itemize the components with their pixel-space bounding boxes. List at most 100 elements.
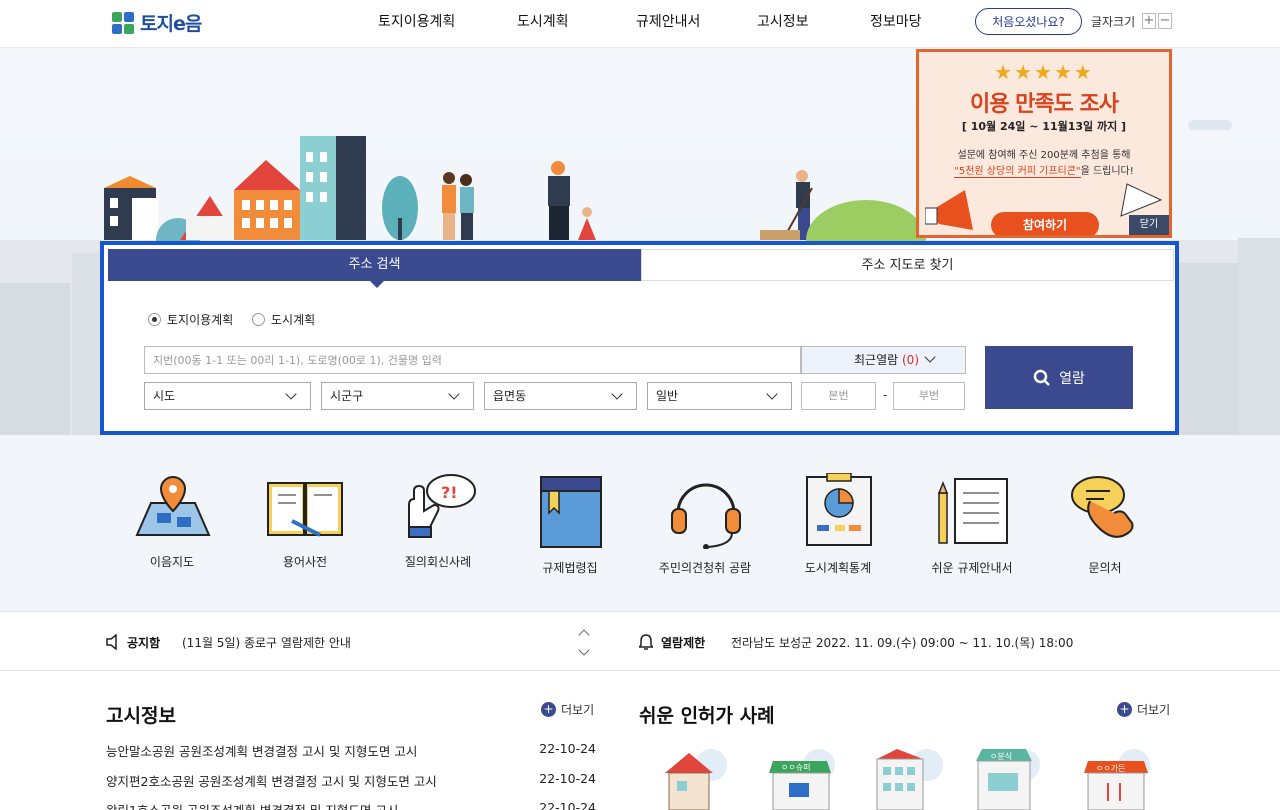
quick-item-public-hearing[interactable]: 주민의견청취 공람 xyxy=(645,473,765,576)
chevron-down-icon xyxy=(924,351,936,363)
nav-item-land-use[interactable]: 토지이용계획 xyxy=(378,11,455,31)
survey-banner[interactable]: ★★★★★ 이용 만족도 조사 [ 10월 24일 ~ 11월13일 까지 ] … xyxy=(916,49,1172,238)
tab-address-search[interactable]: 주소 검색 xyxy=(108,249,641,288)
supermarket-sign: ㅇㅇ슈퍼 xyxy=(781,763,810,772)
font-decrease-button[interactable]: − xyxy=(1158,13,1172,29)
radio-land-use[interactable]: 토지이용계획 xyxy=(148,311,233,328)
gosi-item-date: 22-10-24 xyxy=(539,741,596,756)
sido-select[interactable]: 시도 xyxy=(144,382,311,410)
gosi-item-title[interactable]: 능안말소공원 공원조성계획 변경결정 고시 및 지형도면 고시 xyxy=(106,741,417,760)
recent-views-dropdown[interactable]: 최근열람 (0) xyxy=(801,346,966,374)
cases-more-link[interactable]: + 더보기 xyxy=(1117,701,1170,718)
font-size-label: 글자크기 xyxy=(1091,15,1136,29)
restaurant-icon: ㅇ분식 xyxy=(976,749,1040,810)
cases-section-title: 쉬운 인허가 사례 xyxy=(639,705,775,727)
radio-dot-checked[interactable] xyxy=(148,313,161,326)
law-book-icon xyxy=(540,476,602,548)
gosi-section-title: 고시정보 xyxy=(106,705,176,727)
quick-item-label: 문의처 xyxy=(1088,561,1122,575)
view-search-button[interactable]: 열람 xyxy=(985,346,1133,409)
nav-item-regulation-guide[interactable]: 규제안내서 xyxy=(636,11,700,31)
banner-desc-reward: "5천원 상당의 커피 기프티콘"을 드립니다! xyxy=(919,162,1169,178)
nav-item-info-hub[interactable]: 정보마당 xyxy=(870,11,922,31)
map-pin-icon xyxy=(135,475,211,536)
gosi-more-link[interactable]: + 더보기 xyxy=(541,701,594,718)
headset-icon xyxy=(671,483,741,549)
font-increase-button[interactable]: + xyxy=(1142,13,1156,29)
quick-item-label: 이음지도 xyxy=(149,555,195,569)
banner-date: [ 10월 24일 ~ 11월13일 까지 ] xyxy=(961,120,1127,133)
gosi-item-date: 22-10-24 xyxy=(539,800,596,810)
case-item-apartment[interactable] xyxy=(873,743,949,810)
chevron-down-icon xyxy=(448,388,460,400)
land-type-select[interactable]: 일반 xyxy=(647,382,792,410)
view-search-label: 열람 xyxy=(1059,370,1085,387)
banner-reward-rest: 을 드립니다! xyxy=(1080,166,1134,177)
main-number-input[interactable]: 본번 xyxy=(801,382,876,410)
document-pencil-icon xyxy=(937,478,1008,544)
megaphone-icon xyxy=(925,190,973,230)
open-book-icon xyxy=(267,482,343,537)
restriction-title: 열람제한 xyxy=(661,636,706,650)
radio-label: 토지이용계획 xyxy=(167,313,234,327)
quick-item-qa-cases[interactable]: ?! 질의회신사례 xyxy=(378,473,498,570)
house-icon xyxy=(665,749,727,810)
gosi-item-title[interactable]: 왕림1호소공원 공원조성계획 변경결정 및 지형도면 고시 xyxy=(106,800,398,810)
tab-address-map[interactable]: 주소 지도로 찾기 xyxy=(641,249,1174,281)
snack-bar-sign: ㅇ분식 xyxy=(990,752,1012,761)
svg-text:?!: ?! xyxy=(441,483,458,502)
gosi-list-item[interactable]: 양지편2호소공원 공원조성계획 변경결정 고시 및 지형도면 고시 22-10-… xyxy=(106,771,596,793)
notice-link[interactable]: (11월 5일) 종로구 열람제한 안내 xyxy=(182,634,351,651)
radio-label: 도시계획 xyxy=(271,313,316,327)
gosi-item-date: 22-10-24 xyxy=(539,771,596,786)
address-search-input[interactable] xyxy=(144,346,801,374)
site-logo[interactable]: 토지e음 xyxy=(112,9,202,36)
sub-number-input[interactable]: 부번 xyxy=(893,382,965,410)
quick-item-glossary[interactable]: 용어사전 xyxy=(245,473,365,570)
nav-item-notice-info[interactable]: 고시정보 xyxy=(757,11,809,31)
quick-item-contact[interactable]: 문의처 xyxy=(1045,473,1165,576)
more-label: 더보기 xyxy=(1137,703,1171,717)
sigungu-select[interactable]: 시군구 xyxy=(321,382,474,410)
quick-item-easy-regulation-guide[interactable]: 쉬운 규제안내서 xyxy=(912,473,1032,576)
megaphone-icon xyxy=(1120,183,1163,217)
case-item-supermarket[interactable]: ㅇㅇ슈퍼 xyxy=(765,743,841,810)
case-item-house[interactable] xyxy=(657,743,733,810)
quick-item-label: 쉬운 규제안내서 xyxy=(931,561,1013,575)
banner-reward-highlight: "5천원 상당의 커피 기프티콘" xyxy=(954,166,1081,178)
gosi-list-item[interactable]: 왕림1호소공원 공원조성계획 변경결정 및 지형도면 고시 22-10-24 xyxy=(106,800,596,810)
recent-views-label: 최근열람 xyxy=(854,353,899,367)
banner-close-button[interactable]: 닫기 xyxy=(1129,215,1169,235)
quick-item-law-book[interactable]: 규제법령집 xyxy=(510,473,630,576)
question-hand-icon: ?! xyxy=(408,474,476,538)
case-item-snack-bar[interactable]: ㅇ분식 xyxy=(970,743,1046,810)
gosi-list-item[interactable]: 능안말소공원 공원조성계획 변경결정 고시 및 지형도면 고시 22-10-24 xyxy=(106,741,596,763)
gosi-item-title[interactable]: 양지편2호소공원 공원조성계획 변경결정 고시 및 지형도면 고시 xyxy=(106,771,437,790)
quick-item-eum-map[interactable]: 이음지도 xyxy=(112,473,232,570)
address-search-panel: 주소 검색 주소 지도로 찾기 토지이용계획 도시계획 최근열람 (0) 시도 … xyxy=(100,241,1179,435)
nav-item-urban-plan[interactable]: 도시계획 xyxy=(517,11,569,31)
banner-title: 이용 만족도 조사 xyxy=(970,92,1119,117)
restriction-text[interactable]: 전라남도 보성군 2022. 11. 09.(수) 09:00 ~ 11. 10… xyxy=(731,634,1073,651)
quick-item-label: 질의회신사례 xyxy=(404,555,472,569)
banner-join-button[interactable]: 참여하기 xyxy=(991,212,1099,235)
quick-item-urban-statistics[interactable]: 도시계획통계 xyxy=(778,473,898,576)
site-header: 토지e음 토지이용계획 도시계획 규제안내서 고시정보 정보마당 처음오셨나요?… xyxy=(0,0,1280,48)
phone-chat-icon xyxy=(1071,476,1134,538)
quick-item-label: 도시계획통계 xyxy=(804,561,872,575)
logo-text: 토지e음 xyxy=(140,13,202,35)
radio-dot[interactable] xyxy=(252,313,265,326)
first-visit-button[interactable]: 처음오셨나요? xyxy=(975,8,1082,35)
apartment-icon xyxy=(876,749,943,810)
search-icon xyxy=(1033,369,1050,386)
notice-title: 공지함 xyxy=(127,636,161,650)
recent-views-count: (0) xyxy=(902,353,919,367)
case-item-garden-restaurant[interactable]: ㅇㅇ가든 xyxy=(1080,743,1156,810)
star-rating-icon: ★★★★★ xyxy=(994,60,1094,84)
logo-mark-icon xyxy=(112,11,134,34)
eupmyeondong-select-value: 읍면동 xyxy=(493,389,527,403)
quick-menu: 이음지도 용어사전 ?! 질의회신사례 규제법령집 주민의견청취 공람 도시계획… xyxy=(0,435,1280,612)
radio-urban-plan[interactable]: 도시계획 xyxy=(252,311,315,328)
plus-circle-icon: + xyxy=(1117,702,1132,717)
eupmyeondong-select[interactable]: 읍면동 xyxy=(484,382,637,410)
